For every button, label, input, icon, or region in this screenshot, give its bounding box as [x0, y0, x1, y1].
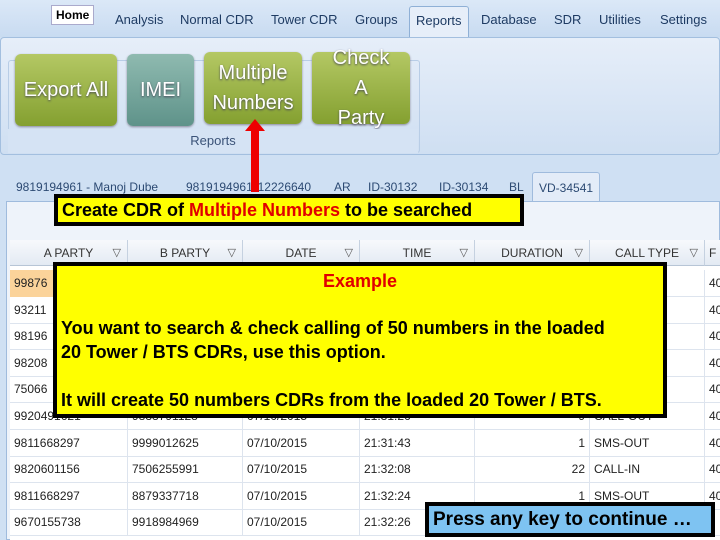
column-header-label: DURATION — [501, 246, 563, 260]
tab-groups[interactable]: Groups — [355, 12, 398, 27]
tab-database[interactable]: Database — [481, 12, 537, 27]
cell-date: 07/10/2015 — [243, 456, 360, 484]
table-row[interactable]: 9820601156 7506255991 07/10/2015 21:32:08 22… — [10, 456, 720, 484]
doc-tab-bl[interactable]: BL — [509, 180, 524, 194]
column-header-label: A PARTY — [43, 246, 94, 260]
tab-settings[interactable]: Settings — [660, 12, 707, 27]
example-callout: Example You want to search & check calli… — [53, 262, 667, 418]
doc-tab-id-30132[interactable]: ID-30132 — [368, 180, 417, 194]
cell-f: 40 — [705, 297, 720, 324]
cell-date: 07/10/2015 — [243, 429, 360, 457]
doc-tab-manoj-dube[interactable]: 9819194961 - Manoj Dube — [16, 180, 158, 194]
callout-title: Create CDR of Multiple Numbers to be sea… — [54, 194, 524, 226]
tab-analysis[interactable]: Analysis — [115, 12, 163, 27]
example-line-2: It will create 50 numbers CDRs from the … — [61, 390, 602, 410]
cell-b-party: 9918984969 — [128, 509, 243, 537]
tab-tower-cdr[interactable]: Tower CDR — [271, 12, 337, 27]
cell-date: 07/10/2015 — [243, 509, 360, 537]
column-header-label: B PARTY — [159, 246, 211, 260]
callout-title-pre: Create CDR of — [62, 200, 190, 220]
cell-call-type: CALL-IN — [590, 456, 705, 484]
callout-title-post: to be searched — [340, 200, 473, 220]
imei-button[interactable]: IMEI — [127, 54, 194, 126]
tab-sdr[interactable]: SDR — [554, 12, 581, 27]
column-header-label: F — [709, 246, 717, 260]
export-all-button[interactable]: Export All — [15, 54, 117, 126]
tab-utilities[interactable]: Utilities — [599, 12, 641, 27]
tab-home[interactable]: Home — [51, 5, 95, 25]
cell-b-party: 8879337718 — [128, 482, 243, 510]
tab-reports[interactable]: Reports — [409, 6, 469, 38]
column-header-label: TIME — [402, 246, 432, 260]
check-a-party-button[interactable]: Check A Party — [312, 47, 410, 129]
table-row[interactable]: 9811668297 9999012625 07/10/2015 21:31:43 1 S… — [10, 429, 720, 457]
callout-title-highlight: Multiple Numbers — [189, 200, 341, 220]
example-line-1: You want to search & check calling of 50… — [61, 318, 605, 362]
cell-a-party: 9820601156 — [10, 456, 128, 484]
cell-date: 07/10/2015 — [243, 482, 360, 510]
cell-f: 40 — [705, 376, 720, 403]
multiple-numbers-button[interactable]: Multiple Numbers — [204, 52, 302, 124]
cell-a-party: 9811668297 — [10, 482, 128, 510]
column-header-label: CALL TYPE — [614, 246, 680, 260]
cell-a-party: 9811668297 — [10, 429, 128, 457]
doc-tab-id-30134[interactable]: ID-30134 — [439, 180, 488, 194]
filter-icon[interactable]: ▽ — [690, 240, 698, 266]
column-header-f[interactable]: F — [705, 240, 720, 266]
ribbon-tab-bar: Home Analysis Normal CDR Tower CDR Group… — [0, 0, 720, 38]
cell-b-party: 7506255991 — [128, 456, 243, 484]
tab-normal-cdr[interactable]: Normal CDR — [180, 12, 254, 27]
doc-tab-ar[interactable]: AR — [334, 180, 351, 194]
cell-f: 40 — [705, 403, 720, 430]
cell-time: 21:32:08 — [360, 456, 475, 484]
press-any-key-prompt[interactable]: Press any key to continue … — [425, 502, 715, 537]
cell-duration: 1 — [475, 429, 590, 457]
cell-a-party: 9670155738 — [10, 509, 128, 537]
red-arrow — [251, 128, 259, 192]
cell-b-party: 9999012625 — [128, 429, 243, 457]
cell-time: 21:31:43 — [360, 429, 475, 457]
cell-call-type: SMS-OUT — [590, 429, 705, 457]
cell-f: 40 — [705, 323, 720, 350]
doc-tab-number[interactable]: 9819194961112226640 — [186, 180, 311, 194]
cell-f: 40 — [705, 456, 720, 483]
reports-group-label: Reports — [8, 129, 418, 153]
example-title: Example — [322, 271, 398, 291]
doc-tab-vd-34541[interactable]: VD-34541 — [532, 172, 601, 202]
cell-duration: 22 — [475, 456, 590, 484]
cell-f: 40 — [705, 270, 720, 297]
cell-f: 40 — [705, 350, 720, 377]
cell-f: 40 — [705, 430, 720, 457]
column-header-label: DATE — [285, 246, 317, 260]
